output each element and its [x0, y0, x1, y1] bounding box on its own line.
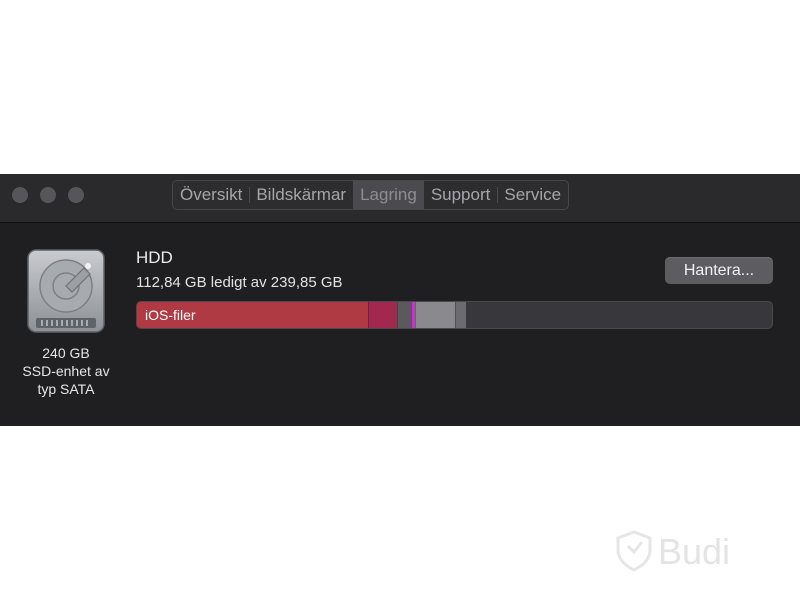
disk-caption: 240 GB SSD-enhet av typ SATA — [6, 344, 126, 398]
volume-name: HDD — [136, 248, 173, 267]
tab-lagring[interactable]: Lagring — [353, 181, 424, 209]
hard-drive-icon — [27, 249, 105, 333]
storage-segment-2[interactable] — [368, 302, 398, 328]
storage-usage-bar[interactable]: iOS-filer — [136, 301, 773, 329]
tab-service[interactable]: Service — [497, 181, 568, 209]
tab-bar: Översikt Bildskärmar Lagring Support Ser… — [172, 180, 570, 210]
storage-segment-5[interactable] — [415, 302, 456, 328]
volume-free-space: 112,84 GB ledigt av 239,85 GB — [136, 274, 343, 291]
close-window-button[interactable] — [12, 187, 28, 203]
watermark-text: Budi — [658, 531, 730, 572]
tab-bildskarmar[interactable]: Bildskärmar — [249, 181, 353, 209]
storage-segment-3[interactable] — [397, 302, 412, 328]
watermark-logo: Budi — [616, 530, 730, 572]
title-bar: Översikt Bildskärmar Lagring Support Ser… — [0, 174, 800, 223]
disk-type-line2: typ SATA — [37, 381, 95, 397]
storage-bar-label: iOS-filer — [145, 307, 196, 323]
tab-oversikt[interactable]: Översikt — [173, 181, 249, 209]
disk-capacity: 240 GB — [42, 345, 90, 361]
storage-segment-6[interactable] — [455, 302, 466, 328]
storage-window: Översikt Bildskärmar Lagring Support Ser… — [0, 174, 800, 426]
minimize-window-button[interactable] — [40, 187, 56, 203]
disk-type-line1: SSD-enhet av — [22, 363, 110, 379]
tab-support[interactable]: Support — [424, 181, 498, 209]
zoom-window-button[interactable] — [68, 187, 84, 203]
manage-button[interactable]: Hantera... — [665, 257, 773, 284]
